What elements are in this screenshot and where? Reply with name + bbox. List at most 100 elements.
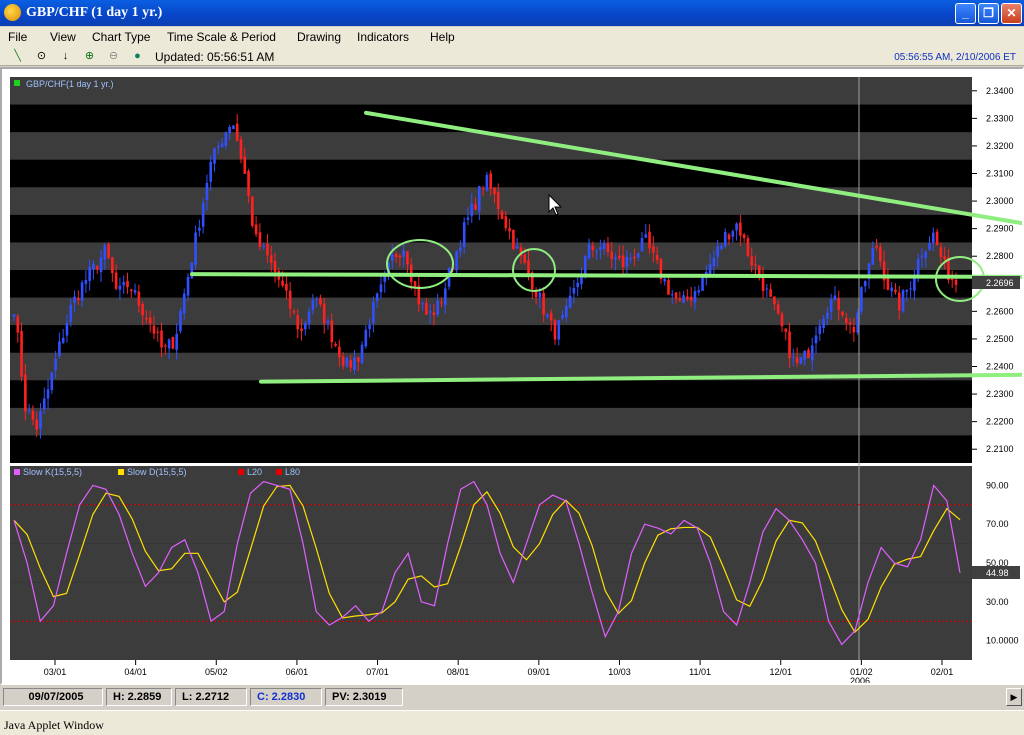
candle-body	[175, 333, 178, 350]
menu-file[interactable]: File	[8, 30, 27, 44]
candle-body	[254, 224, 258, 235]
price-tick-label: 2.2100	[986, 444, 1014, 454]
chart-area[interactable]: 2.3400 2.3300 2.3200 2.3100 2.3000 2.2900 2.28…	[0, 67, 1024, 685]
candle-body	[232, 125, 235, 130]
menu-chart-type[interactable]: Chart Type	[92, 30, 150, 44]
candle-body	[852, 326, 856, 333]
candle-body	[807, 349, 810, 358]
candle-body	[602, 242, 606, 250]
candle-body	[319, 297, 322, 305]
price-tick-label: 2.2200	[986, 417, 1014, 427]
candle-body	[126, 280, 129, 288]
candle-body	[693, 291, 697, 303]
year-label: 2006	[850, 676, 870, 683]
price-tick-label: 2.2400	[986, 362, 1014, 372]
candle-body	[512, 229, 515, 250]
stoch-legend-swatch	[118, 469, 124, 475]
candle-body	[436, 300, 440, 315]
candle-body	[69, 304, 73, 322]
menu-help[interactable]: Help	[430, 30, 455, 44]
status-low: L: 2.2712	[175, 688, 247, 706]
candle-body	[481, 188, 485, 190]
candle-body	[88, 267, 91, 281]
candle-body	[534, 291, 538, 298]
candle-body	[776, 304, 780, 314]
candle-body	[731, 231, 735, 237]
candle-body	[421, 303, 424, 305]
candle-body	[750, 256, 754, 266]
candle-body	[606, 243, 610, 252]
candle-body	[780, 313, 784, 327]
candle-body	[527, 260, 530, 274]
candle-body	[928, 242, 931, 250]
candle-body	[860, 287, 863, 312]
status-pv: PV: 2.3019	[325, 688, 403, 706]
candle-body	[462, 222, 466, 248]
candle-body	[54, 358, 57, 371]
candle-body	[576, 282, 579, 288]
candle-body	[111, 257, 114, 274]
window-title: GBP/CHF (1 day 1 yr.)	[26, 5, 163, 20]
candle-body	[311, 299, 315, 311]
candle-body	[784, 328, 788, 332]
candle-body	[648, 231, 651, 249]
stoch-legend-label: L20	[247, 467, 262, 477]
x-tick-label: 08/01	[447, 667, 470, 677]
candle-body	[496, 191, 500, 210]
stoch-legend-swatch	[238, 469, 244, 475]
draw-line-icon[interactable]: ╲	[10, 49, 25, 64]
candle-body	[924, 251, 928, 259]
candle-body	[58, 341, 61, 357]
candle-body	[364, 329, 368, 347]
candle-body	[644, 234, 648, 238]
chart-svg[interactable]: 2.3400 2.3300 2.3200 2.3100 2.3000 2.2900 2.28…	[2, 69, 1022, 683]
candle-body	[701, 276, 704, 291]
candle-body	[697, 290, 701, 293]
candle-body	[20, 330, 23, 377]
candle-body	[273, 260, 277, 272]
candle-body	[42, 398, 46, 410]
title-bar: GBP/CHF (1 day 1 yr.) _ ❐ ✕	[0, 0, 1024, 26]
maximize-button[interactable]: ❐	[978, 3, 999, 24]
price-tick-label: 2.2500	[986, 334, 1014, 344]
clock: 05:56:55 AM, 2/10/2006 ET	[894, 52, 1016, 63]
zoom-out-icon[interactable]: ⊖	[106, 49, 121, 64]
candle-body	[905, 289, 909, 292]
status-dot-icon[interactable]: ●	[130, 49, 145, 64]
candle-body	[708, 264, 712, 275]
candle-body	[625, 256, 629, 267]
x-tick-label: 12/01	[769, 667, 792, 677]
candle-body	[160, 330, 163, 348]
candle-body	[338, 346, 341, 358]
candle-body	[943, 256, 946, 260]
candle-body	[345, 357, 349, 367]
candle-body	[829, 299, 833, 313]
scroll-right-button[interactable]: ▶	[1006, 688, 1022, 706]
stoch-legend-swatch	[276, 469, 282, 475]
candle-body	[243, 156, 247, 174]
candle-body	[73, 296, 76, 303]
status-high: H: 2.2859	[106, 688, 172, 706]
candle-body	[285, 283, 288, 291]
candle-body	[803, 350, 806, 360]
candle-body	[201, 202, 205, 227]
candle-body	[890, 287, 893, 292]
candle-body	[474, 204, 477, 210]
candle-body	[822, 318, 825, 329]
candle-body	[950, 278, 954, 280]
menu-drawing[interactable]: Drawing	[297, 30, 341, 44]
x-tick-label: 06/01	[286, 667, 309, 677]
down-arrow-icon[interactable]: ↓	[58, 49, 73, 64]
menu-time-scale[interactable]: Time Scale & Period	[167, 30, 276, 44]
candle-body	[216, 146, 220, 148]
minimize-button[interactable]: _	[955, 3, 976, 24]
stoch-tick-label: 30.00	[986, 597, 1009, 607]
menu-view[interactable]: View	[50, 30, 76, 44]
price-band	[10, 407, 972, 436]
crosshair-icon[interactable]: ⊙	[34, 49, 49, 64]
close-button[interactable]: ✕	[1001, 3, 1022, 24]
zoom-in-icon[interactable]: ⊕	[82, 49, 97, 64]
candle-body	[515, 246, 519, 249]
menu-indicators[interactable]: Indicators	[357, 30, 409, 44]
candle-body	[156, 331, 160, 333]
